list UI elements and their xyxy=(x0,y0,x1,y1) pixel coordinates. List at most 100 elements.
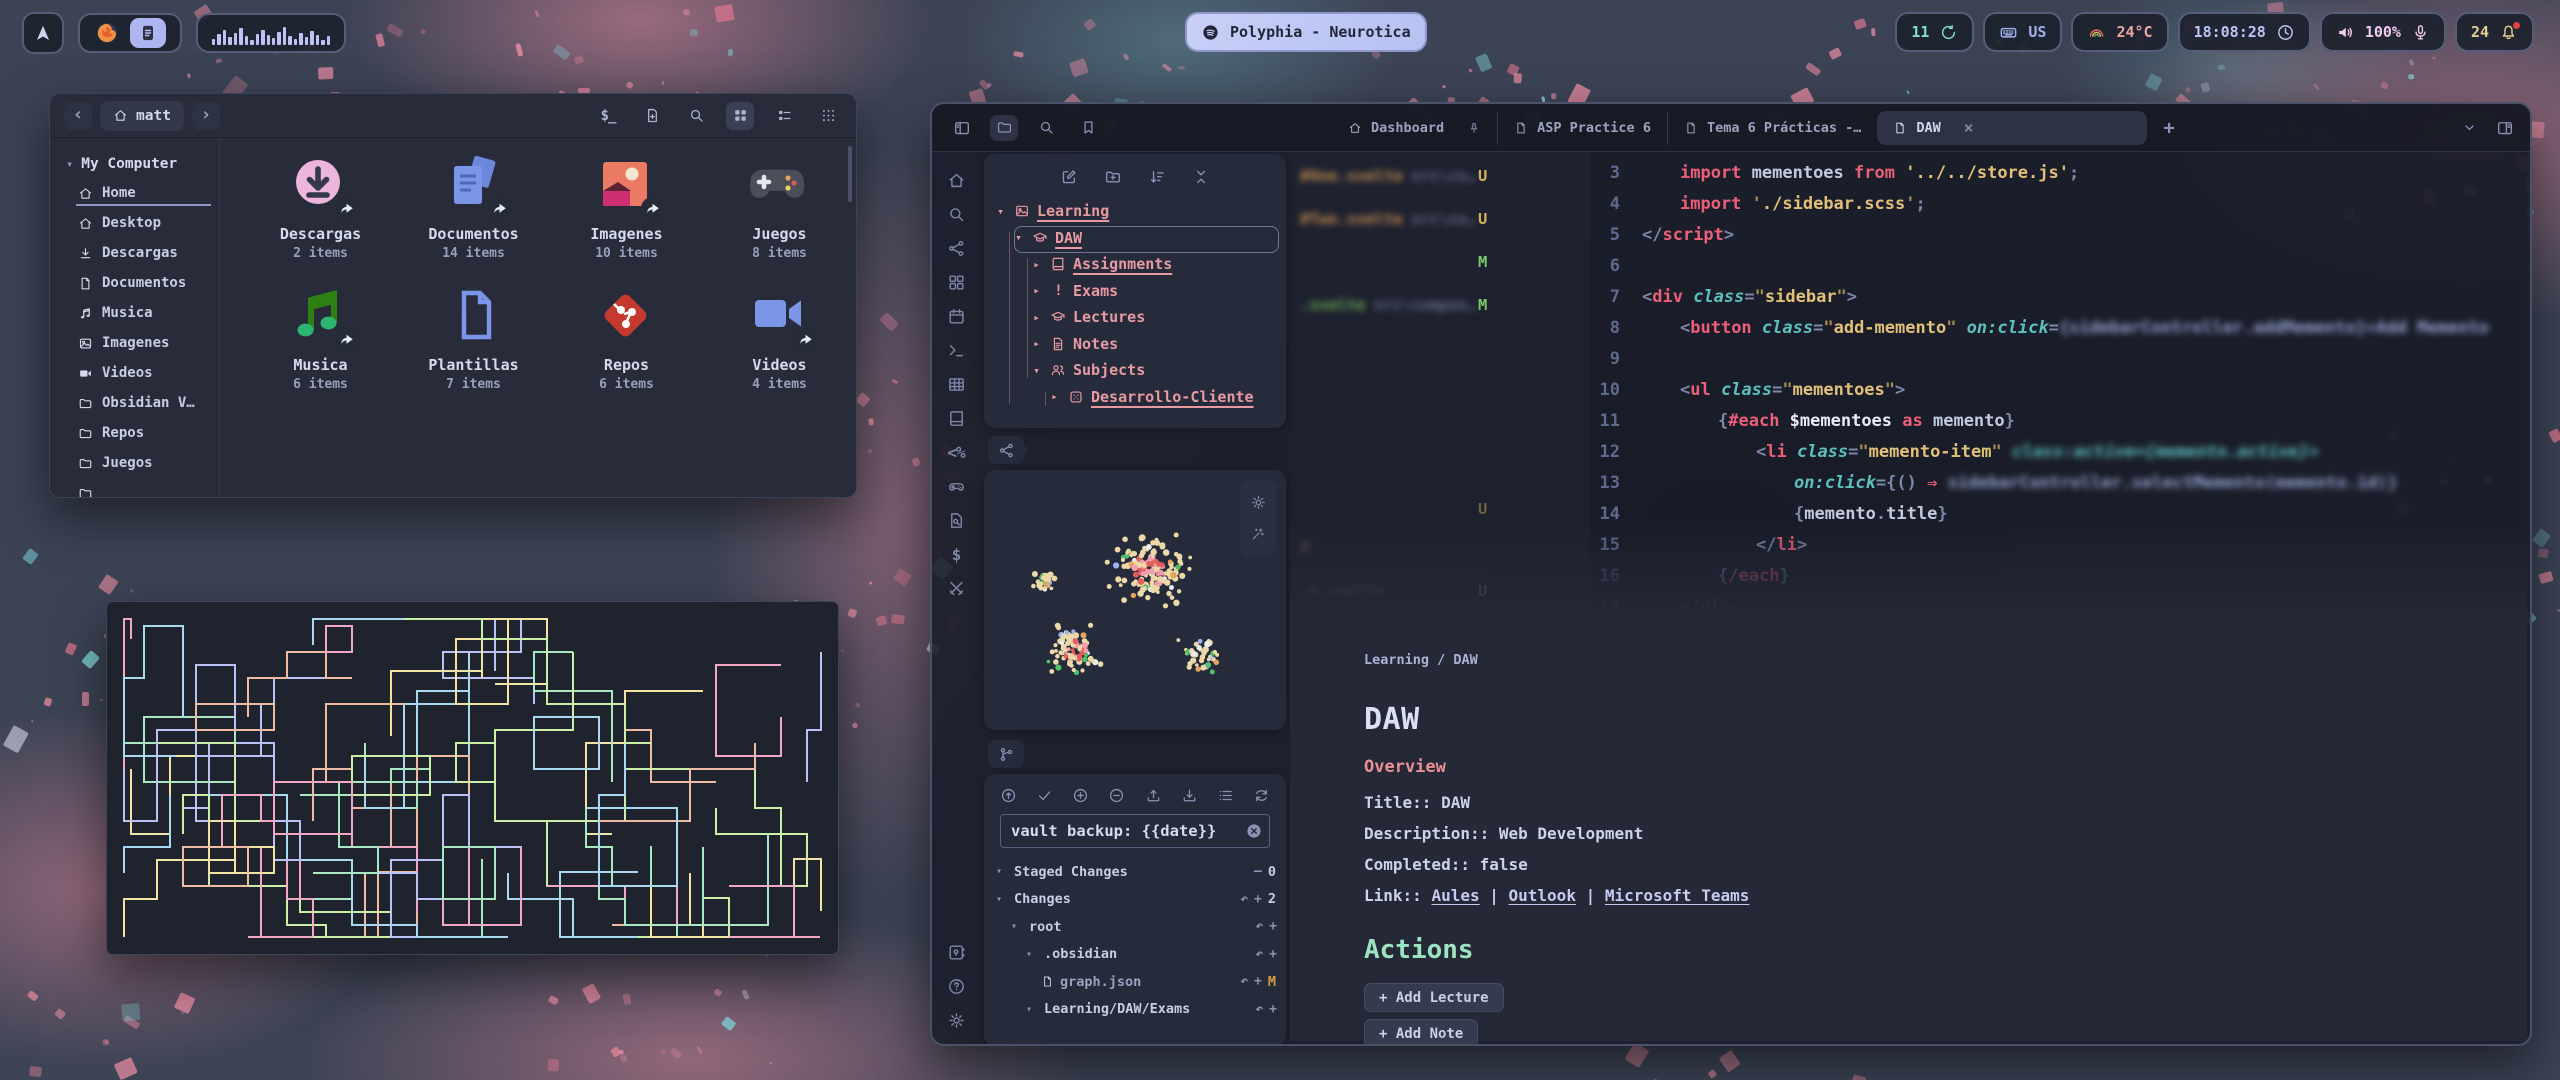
grid-view-icon[interactable] xyxy=(726,102,754,130)
git-row--obsidian[interactable]: ▾.obsidian ↶+ xyxy=(996,941,1276,969)
tray-clock[interactable]: 18:08:28 xyxy=(2178,12,2311,52)
close-tab-icon[interactable]: × xyxy=(1964,118,1974,137)
sidebar-item-musica[interactable]: Musica xyxy=(66,298,219,328)
search-panel-icon[interactable] xyxy=(1032,115,1060,141)
file-grid-item-descargas[interactable]: Descargas 2 items xyxy=(244,154,397,261)
tab-list-chevron-icon[interactable] xyxy=(2461,119,2478,136)
git-row-learning-daw-exams[interactable]: ▾Learning/DAW/Exams ↶+ xyxy=(996,996,1276,1024)
scrollbar[interactable] xyxy=(848,146,852,202)
note-link[interactable]: Outlook xyxy=(1509,886,1576,905)
action-button[interactable]: + Add Lecture xyxy=(1364,983,1504,1012)
tab-asp-practice-6[interactable]: ASP Practice 6 xyxy=(1497,111,1667,145)
git-row-staged-changes[interactable]: ▾Staged Changes —0 xyxy=(996,858,1276,886)
ribbon-swords[interactable] xyxy=(944,578,968,598)
open-terminal-icon[interactable]: $_ xyxy=(594,102,622,130)
tree-item-assignments[interactable]: ▸ Assignments xyxy=(984,251,1286,278)
git-push-icon[interactable] xyxy=(1145,787,1162,804)
git-commit-icon[interactable] xyxy=(1036,787,1053,804)
collapse-icon[interactable] xyxy=(1192,168,1210,186)
new-note-icon[interactable] xyxy=(1060,168,1078,186)
ribbon-code[interactable]: <% xyxy=(944,442,968,462)
menu-dots-icon[interactable] xyxy=(814,102,842,130)
file-grid-item-videos[interactable]: Videos 4 items xyxy=(703,285,856,392)
note-link[interactable]: Microsoft Teams xyxy=(1605,886,1750,905)
file-grid-item-plantillas[interactable]: Plantillas 7 items xyxy=(397,285,550,392)
ribbon-help[interactable] xyxy=(944,976,968,996)
git-refresh-icon[interactable] xyxy=(1253,787,1270,804)
ribbon-graph[interactable] xyxy=(944,238,968,258)
ribbon-gamepad[interactable] xyxy=(944,476,968,496)
git-change-layout-icon[interactable] xyxy=(1217,787,1234,804)
ribbon-table[interactable] xyxy=(944,374,968,394)
sidebar-item-imagenes[interactable]: Imagenes xyxy=(66,328,219,358)
sidebar-toggle-icon[interactable] xyxy=(948,115,976,141)
git-pull-icon[interactable] xyxy=(1181,787,1198,804)
git-row-graph-json[interactable]: graph.json ↶+M xyxy=(996,968,1276,996)
note-link[interactable]: Aules xyxy=(1431,886,1479,905)
git-plus-icon[interactable]: + xyxy=(1269,947,1276,962)
sidebar-item-desktop[interactable]: Desktop xyxy=(66,208,219,238)
active-apps-pill[interactable] xyxy=(78,13,182,53)
file-grid-item-repos[interactable]: Repos 6 items xyxy=(550,285,703,392)
file-grid-item-imagenes[interactable]: Imagenes 10 items xyxy=(550,154,703,261)
git-row-root[interactable]: ▾root ↶+ xyxy=(996,913,1276,941)
breadcrumb[interactable]: matt xyxy=(100,101,184,131)
graph-panel-chip[interactable] xyxy=(988,436,1024,464)
tab-tema-6-pr-cticas-[interactable]: Tema 6 Prácticas -… xyxy=(1667,111,1877,145)
list-view-icon[interactable] xyxy=(770,102,798,130)
ribbon-calendar[interactable] xyxy=(944,306,968,326)
local-graph-panel[interactable] xyxy=(984,470,1286,730)
git-commit-and-push-icon[interactable] xyxy=(1000,787,1017,804)
git-plus-icon[interactable]: + xyxy=(1269,1002,1276,1017)
forward-button[interactable]: › xyxy=(192,102,220,130)
tree-item-subjects[interactable]: ▾ Subjects xyxy=(984,357,1286,384)
ribbon-house[interactable] xyxy=(944,170,968,190)
tab-daw[interactable]: DAW× xyxy=(1877,111,2147,145)
launcher-button[interactable] xyxy=(22,12,64,54)
graph-wand-icon[interactable] xyxy=(1250,526,1266,542)
tree-item-exams[interactable]: ▸! Exams xyxy=(984,278,1286,305)
ribbon-dollar[interactable]: $ xyxy=(944,544,968,564)
git-stage-all-icon[interactable] xyxy=(1072,787,1089,804)
text-editor-icon[interactable] xyxy=(130,18,166,48)
sidebar-root[interactable]: ▾ My Computer xyxy=(66,150,219,178)
action-button[interactable]: + Add Note xyxy=(1364,1019,1478,1046)
sidebar-item-obsidian-v-[interactable]: Obsidian V… xyxy=(66,388,219,418)
ribbon-grid[interactable] xyxy=(944,272,968,292)
tree-item-lectures[interactable]: ▸ Lectures xyxy=(984,304,1286,331)
files-panel-icon[interactable] xyxy=(990,115,1018,141)
ribbon-terminal[interactable] xyxy=(944,340,968,360)
tray-updates[interactable]: 11 xyxy=(1895,12,1974,52)
new-folder-icon[interactable] xyxy=(1104,168,1122,186)
tab-dashboard[interactable]: Dashboard xyxy=(1332,111,1497,145)
new-file-icon[interactable] xyxy=(638,102,666,130)
back-button[interactable]: ‹ xyxy=(64,102,92,130)
now-playing-widget[interactable]: Polyphia - Neurotica xyxy=(1185,12,1427,52)
search-icon[interactable] xyxy=(682,102,710,130)
tree-item-notes[interactable]: ▸ Notes xyxy=(984,331,1286,358)
git-unstage-all-icon[interactable] xyxy=(1108,787,1125,804)
split-pane-icon[interactable] xyxy=(2496,119,2514,137)
ribbon-book[interactable] xyxy=(944,408,968,428)
sidebar-item-partial[interactable] xyxy=(66,478,219,498)
tray-weather[interactable]: 24°C xyxy=(2071,12,2168,52)
tree-item-desarrollo-cliente[interactable]: ▸ Desarrollo-Cliente xyxy=(984,384,1286,411)
sidebar-item-videos[interactable]: Videos xyxy=(66,358,219,388)
new-tab-button[interactable]: + xyxy=(2147,117,2190,139)
file-grid-item-juegos[interactable]: Juegos 8 items xyxy=(703,154,856,261)
commit-message-input[interactable] xyxy=(1000,814,1270,848)
tray-notifications[interactable]: 24 xyxy=(2455,12,2534,52)
git-undo-icon[interactable]: ↶ xyxy=(1240,892,1247,907)
ribbon-gear[interactable] xyxy=(944,1010,968,1030)
git-plus-icon[interactable]: + xyxy=(1254,892,1261,907)
sidebar-item-juegos[interactable]: Juegos xyxy=(66,448,219,478)
git-undo-icon[interactable]: ↶ xyxy=(1255,919,1262,934)
sidebar-item-repos[interactable]: Repos xyxy=(66,418,219,448)
clear-message-icon[interactable] xyxy=(1245,822,1263,840)
ribbon-vault[interactable] xyxy=(944,942,968,962)
sidebar-item-descargas[interactable]: Descargas xyxy=(66,238,219,268)
sidebar-item-home[interactable]: Home xyxy=(66,178,219,208)
graph-settings-gear-icon[interactable] xyxy=(1250,494,1267,511)
file-grid-item-musica[interactable]: Musica 6 items xyxy=(244,285,397,392)
git-row-changes[interactable]: ▾Changes ↶+2 xyxy=(996,886,1276,914)
